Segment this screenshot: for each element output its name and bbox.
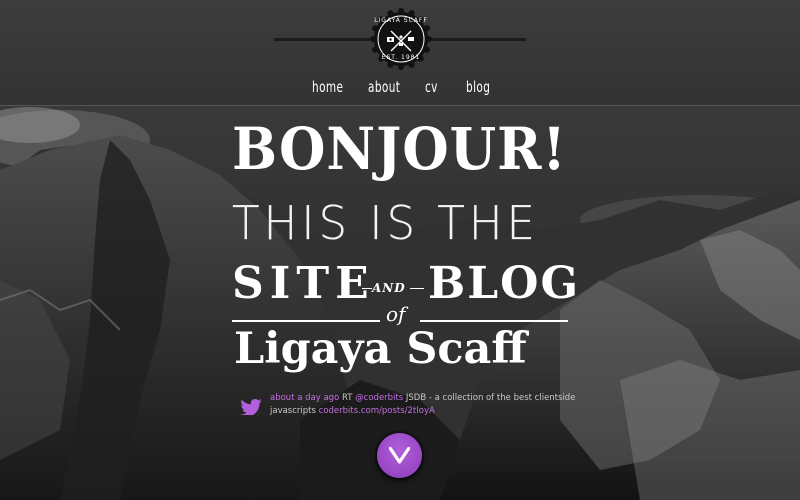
headline-greeting: BONJOUR!: [232, 115, 567, 183]
headline-intro: THIS IS THE: [232, 196, 539, 250]
tweet-text: about a day ago RT @coderbits JSDB - a c…: [270, 392, 580, 418]
headline-blog: BLOG: [428, 258, 581, 309]
hero-headline: BONJOUR! THIS IS THE SITE AND BLOG of Li…: [0, 0, 800, 500]
twitter-bird-icon: [240, 399, 262, 415]
and-rule-right: [410, 288, 424, 289]
headline-name: Ligaya Scaff: [234, 324, 527, 374]
and-rule-left: [362, 288, 372, 289]
tweet-rt: RT: [341, 393, 353, 403]
headline-and: AND: [372, 281, 406, 295]
of-rule-left: [232, 320, 380, 322]
headline-of: of: [386, 302, 406, 326]
scroll-down-button[interactable]: [377, 433, 422, 478]
headline-site: SITE: [232, 258, 375, 309]
tweet-handle-link[interactable]: @coderbits: [355, 393, 403, 403]
tweet-url-link[interactable]: coderbits.com/posts/2tIoyA: [319, 406, 435, 416]
tweet-time-link[interactable]: about a day ago: [270, 393, 339, 403]
chevron-down-icon: [389, 447, 410, 464]
of-rule-right: [420, 320, 568, 322]
